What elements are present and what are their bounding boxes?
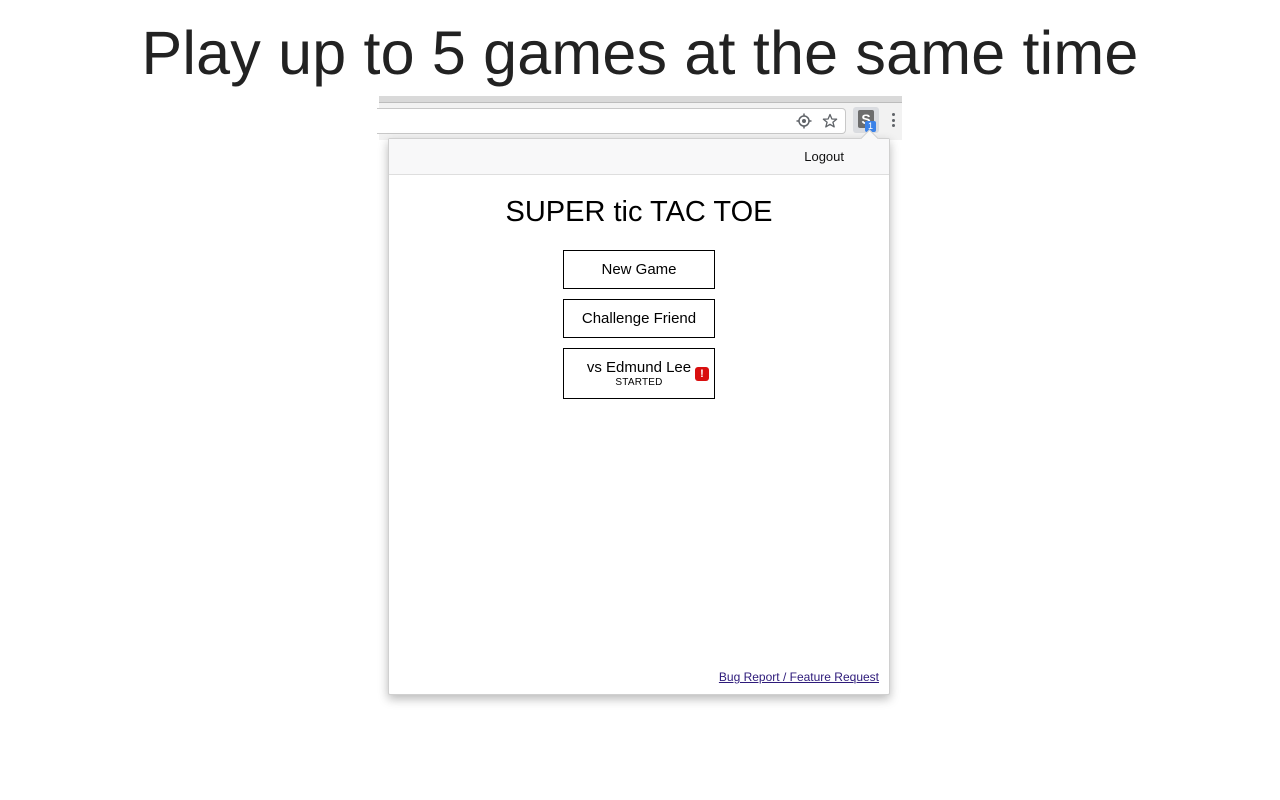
logout-link[interactable]: Logout xyxy=(804,149,844,164)
challenge-friend-button[interactable]: Challenge Friend xyxy=(563,299,715,338)
alert-badge-icon: ! xyxy=(695,367,709,381)
popup-header: Logout xyxy=(389,139,889,175)
browser-toolbar: S 1 xyxy=(377,96,902,140)
game-opponent: vs Edmund Lee xyxy=(586,359,692,376)
star-bookmark-icon[interactable] xyxy=(821,112,839,130)
new-game-label: New Game xyxy=(601,261,677,278)
challenge-friend-label: Challenge Friend xyxy=(581,310,697,327)
game-title: SUPER tic TAC TOE xyxy=(505,196,773,228)
promo-headline: Play up to 5 games at the same time xyxy=(141,19,1139,87)
new-game-button[interactable]: New Game xyxy=(563,250,715,289)
page: Play up to 5 games at the same time S 1 … xyxy=(0,0,1280,800)
vertical-dots-menu-icon[interactable] xyxy=(887,110,899,130)
toolbar-divider xyxy=(379,102,902,103)
extension-popup: Logout SUPER tic TAC TOE New Game Challe… xyxy=(388,129,890,695)
bug-report-link[interactable]: Bug Report / Feature Request xyxy=(719,670,879,684)
address-bar[interactable] xyxy=(377,108,846,134)
extension-button[interactable]: S 1 xyxy=(853,107,879,133)
game-list-item[interactable]: vs Edmund Lee STARTED ! xyxy=(563,348,715,399)
location-target-icon[interactable] xyxy=(795,112,813,130)
game-status: STARTED xyxy=(615,377,663,388)
